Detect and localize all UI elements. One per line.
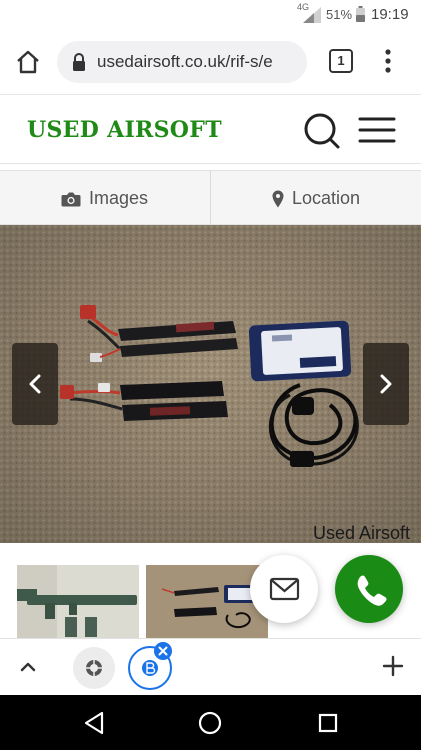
tab-location-label: Location: [291, 188, 361, 208]
image-gallery[interactable]: Used Airsoft: [0, 225, 421, 543]
address-bar[interactable]: usedairsoft.co.uk/rif-s/e: [57, 41, 307, 83]
phone-icon: [357, 575, 387, 606]
close-icon: [158, 646, 168, 656]
site-logo[interactable]: USED AIRSOFT: [27, 117, 222, 143]
chevron-right-icon: [380, 374, 392, 394]
media-tabs: Images Location: [0, 170, 421, 226]
plus-icon[interactable]: [382, 655, 404, 677]
system-nav-bar: [0, 695, 421, 750]
back-icon[interactable]: [83, 711, 105, 735]
screen: 4G 51% 19:19 usedairsoft.co.uk/rif-s/e 1: [0, 0, 421, 750]
status-bar: 4G 51% 19:19: [0, 0, 421, 30]
home-icon[interactable]: [14, 48, 42, 76]
tab-thumbnail-1[interactable]: [73, 647, 115, 689]
next-image-button[interactable]: [363, 343, 409, 425]
tab-images[interactable]: Images: [0, 171, 209, 226]
recents-icon[interactable]: [318, 713, 338, 733]
clock: 19:19: [371, 6, 409, 23]
email-seller-button[interactable]: [250, 555, 318, 623]
map-pin-icon: [272, 190, 284, 207]
home-circle-icon[interactable]: [198, 711, 222, 735]
previous-image-button[interactable]: [12, 343, 58, 425]
thumbnail-1-image: [17, 565, 139, 638]
listing-photo: [0, 225, 421, 543]
tab-location[interactable]: Location: [210, 171, 421, 226]
site-favicon-icon: [83, 657, 105, 679]
camera-icon: [61, 192, 81, 206]
battery-percent: 51%: [326, 7, 353, 22]
tab-switcher-icon[interactable]: 1: [329, 49, 353, 73]
watermark: Used Airsoft: [313, 523, 411, 543]
call-seller-button[interactable]: [335, 555, 403, 623]
site-header: USED AIRSOFT: [0, 94, 421, 164]
kebab-menu-icon[interactable]: [380, 46, 396, 76]
hamburger-menu-icon[interactable]: [358, 115, 396, 145]
chevron-up-icon[interactable]: [18, 657, 38, 677]
lock-icon: [73, 53, 85, 71]
battery-icon: [356, 6, 365, 22]
tab-images-label: Images: [88, 188, 149, 208]
browser-tab-strip: [0, 638, 421, 695]
browser-toolbar: usedairsoft.co.uk/rif-s/e 1: [0, 30, 421, 94]
url-text: usedairsoft.co.uk/rif-s/e: [97, 52, 273, 71]
mail-icon: [269, 577, 300, 601]
chevron-left-icon: [29, 374, 41, 394]
signal-icon: [303, 7, 321, 23]
close-tab-button[interactable]: [154, 642, 172, 660]
thumbnail-1[interactable]: [17, 565, 139, 638]
search-icon[interactable]: [303, 112, 341, 150]
